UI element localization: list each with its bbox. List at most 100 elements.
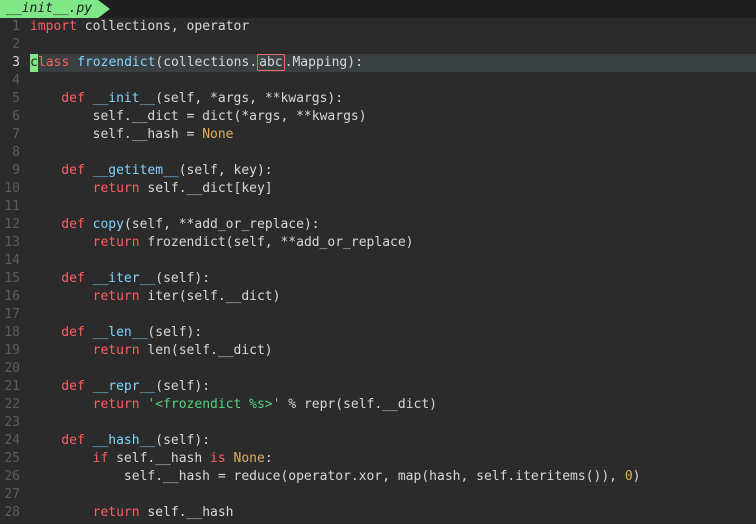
- code-line: def __iter__(self):: [30, 270, 756, 288]
- code-text: frozendict(self, **add_or_replace): [140, 235, 414, 250]
- code-text: self.__dict = dict(*args, **kwargs): [30, 109, 367, 124]
- code-text: (self):: [147, 325, 202, 340]
- code-line: if self.__hash is None:: [30, 450, 756, 468]
- editor[interactable]: 1 2 3 4 5 6 7 8 9 10 11 12 13 14 15 16 1…: [0, 18, 756, 524]
- keyword-def: def: [30, 271, 85, 286]
- line-number: 22: [0, 396, 20, 414]
- keyword-return: return: [30, 181, 140, 196]
- file-tab-label: __init__.py: [6, 1, 92, 16]
- line-number: 9: [0, 162, 20, 180]
- line-number: 20: [0, 360, 20, 378]
- line-number: 25: [0, 450, 20, 468]
- line-number: 19: [0, 342, 20, 360]
- keyword-class: lass: [38, 55, 69, 70]
- function-name: copy: [85, 217, 124, 232]
- code-line: [30, 360, 756, 378]
- current-line: class frozendict(collections.abc.Mapping…: [30, 54, 756, 72]
- keyword-def: def: [30, 379, 85, 394]
- colon: :: [265, 451, 273, 466]
- constant-none: None: [234, 451, 265, 466]
- line-number: 10: [0, 180, 20, 198]
- code-line: self.__dict = dict(*args, **kwargs): [30, 108, 756, 126]
- keyword-return: return: [30, 289, 140, 304]
- code-line: [30, 414, 756, 432]
- line-number: 18: [0, 324, 20, 342]
- line-number: 28: [0, 504, 20, 522]
- code-text: self.__hash: [140, 505, 234, 520]
- dot: .: [249, 55, 257, 70]
- code-text: (self, *args, **kwargs):: [155, 91, 343, 106]
- code-text: Mapping):: [292, 55, 362, 70]
- code-text: iter(self.__dict): [140, 289, 281, 304]
- code-line: return len(self.__dict): [30, 342, 756, 360]
- paren: ): [633, 469, 641, 484]
- code-line: [30, 144, 756, 162]
- code-text: (self):: [155, 271, 210, 286]
- code-area[interactable]: import collections, operator class froze…: [26, 18, 756, 524]
- line-number: 26: [0, 468, 20, 486]
- line-number: 27: [0, 486, 20, 504]
- code-line: [30, 198, 756, 216]
- class-name: frozendict: [69, 55, 155, 70]
- keyword-return: return: [30, 343, 140, 358]
- keyword-def: def: [30, 217, 85, 232]
- line-number-gutter: 1 2 3 4 5 6 7 8 9 10 11 12 13 14 15 16 1…: [0, 18, 26, 524]
- keyword-return: return: [30, 235, 140, 250]
- code-text: self.__hash = reduce(operator.xor, map(h…: [30, 469, 625, 484]
- code-line: return frozendict(self, **add_or_replace…: [30, 234, 756, 252]
- number-literal: 0: [625, 469, 633, 484]
- code-line: def __repr__(self):: [30, 378, 756, 396]
- code-line: return iter(self.__dict): [30, 288, 756, 306]
- function-name: __getitem__: [85, 163, 179, 178]
- space: [226, 451, 234, 466]
- code-text: self.__hash: [108, 451, 210, 466]
- line-number: 11: [0, 198, 20, 216]
- line-number: 7: [0, 126, 20, 144]
- search-highlight: abc: [257, 54, 284, 71]
- function-name: __iter__: [85, 271, 155, 286]
- keyword-def: def: [30, 433, 85, 448]
- code-text: len(self.__dict): [140, 343, 273, 358]
- code-text: collections, operator: [77, 19, 249, 34]
- keyword-def: def: [30, 325, 85, 340]
- line-number: 13: [0, 234, 20, 252]
- function-name: __hash__: [85, 433, 155, 448]
- code-line: self.__hash = None: [30, 126, 756, 144]
- code-text: % repr(self.__dict): [280, 397, 437, 412]
- code-line: def __hash__(self):: [30, 432, 756, 450]
- line-number: 2: [0, 36, 20, 54]
- keyword-return: return: [30, 397, 140, 412]
- line-number: 1: [0, 18, 20, 36]
- code-line: [30, 36, 756, 54]
- cursor: c: [30, 54, 38, 72]
- code-line: [30, 486, 756, 504]
- file-tab[interactable]: __init__.py: [0, 0, 98, 18]
- keyword-if: if: [30, 451, 108, 466]
- code-text: (self):: [155, 433, 210, 448]
- code-line: [30, 306, 756, 324]
- code-line: def __init__(self, *args, **kwargs):: [30, 90, 756, 108]
- code-line: def __getitem__(self, key):: [30, 162, 756, 180]
- code-text: (self, **add_or_replace):: [124, 217, 320, 232]
- line-number: 6: [0, 108, 20, 126]
- line-number: 14: [0, 252, 20, 270]
- code-text: self.__dict[key]: [140, 181, 273, 196]
- code-text: (self):: [155, 379, 210, 394]
- constant-none: None: [202, 127, 233, 142]
- code-text: (collections: [155, 55, 249, 70]
- line-number: 15: [0, 270, 20, 288]
- line-number: 16: [0, 288, 20, 306]
- line-number: 12: [0, 216, 20, 234]
- line-number: 5: [0, 90, 20, 108]
- keyword-import: import: [30, 19, 77, 34]
- line-number: 8: [0, 144, 20, 162]
- keyword-is: is: [210, 451, 226, 466]
- code-line: def __len__(self):: [30, 324, 756, 342]
- code-line: return self.__dict[key]: [30, 180, 756, 198]
- string-literal: '<frozendict %s>': [147, 397, 280, 412]
- line-number: 24: [0, 432, 20, 450]
- tab-bar: __init__.py: [0, 0, 756, 18]
- code-line: return self.__hash: [30, 504, 756, 522]
- line-number: 17: [0, 306, 20, 324]
- keyword-return: return: [30, 505, 140, 520]
